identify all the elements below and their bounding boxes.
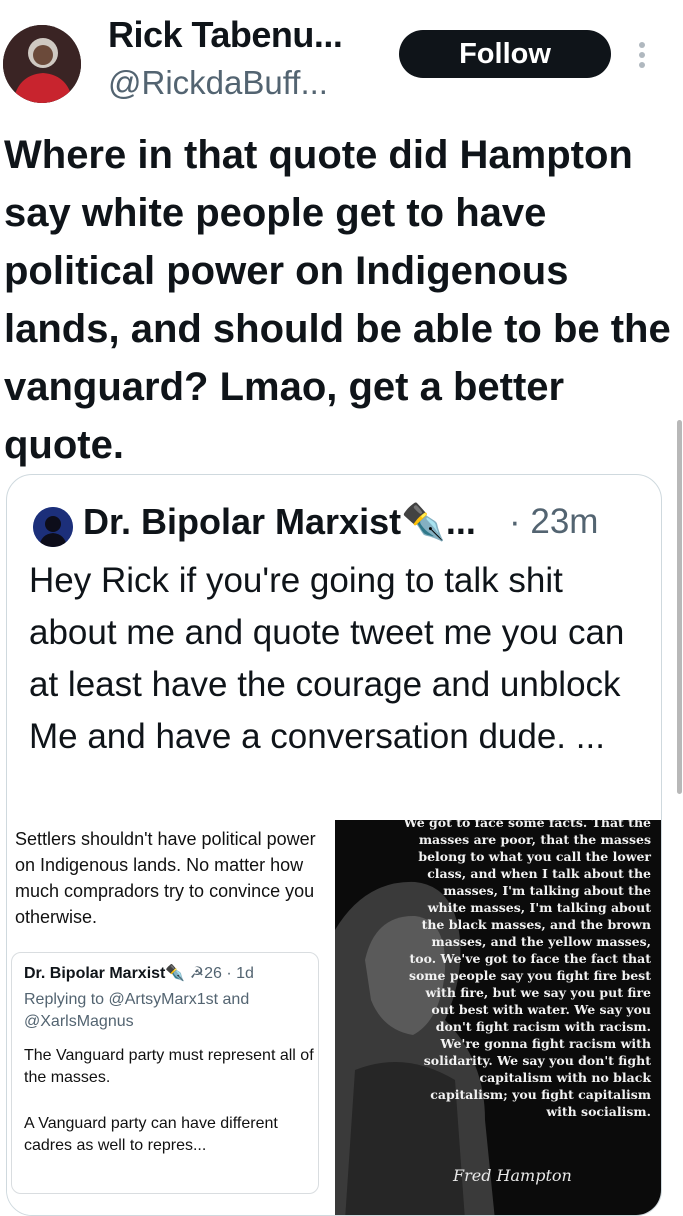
more-vertical-icon[interactable] bbox=[637, 40, 647, 70]
screenshot-reply-body-1: The Vanguard party must represent all of… bbox=[24, 1047, 314, 1086]
author-display-name[interactable]: Rick Tabenu... bbox=[108, 14, 343, 56]
author-handle[interactable]: @RickdaBuff... bbox=[108, 64, 328, 102]
embedded-tweet-screenshot: Settlers shouldn't have political power … bbox=[7, 820, 329, 1215]
quoted-author-avatar bbox=[33, 507, 73, 547]
screenshot-reply-author: Dr. Bipolar Marxist✒️ ☭26 · 1d bbox=[24, 963, 254, 983]
tweet-text: Where in that quote did Hampton say whit… bbox=[4, 133, 671, 467]
quoted-tweet-card[interactable]: Dr. Bipolar Marxist✒️... · 23m Hey Rick … bbox=[6, 474, 662, 1216]
screenshot-reply-author-name: Dr. Bipolar Marxist✒️ bbox=[24, 965, 186, 982]
screenshot-reply-body-2: A Vanguard party can have different cadr… bbox=[24, 1115, 278, 1154]
screenshot-replying-to: Replying to @ArtsyMarx1st and @XarlsMagn… bbox=[24, 991, 250, 1030]
author-avatar[interactable] bbox=[3, 25, 81, 103]
quoted-tweet-time: · 23m bbox=[509, 502, 599, 541]
screenshot-reply-card: Dr. Bipolar Marxist✒️ ☭26 · 1d Replying … bbox=[11, 952, 319, 1194]
hampton-signature: Fred Hampton bbox=[453, 1166, 572, 1185]
quoted-tweet-media[interactable]: Settlers shouldn't have political power … bbox=[7, 820, 661, 1215]
screenshot-tweet-text: Settlers shouldn't have political power … bbox=[15, 829, 316, 927]
screenshot-reply-author-suffix: ☭26 · 1d bbox=[189, 965, 254, 982]
quoted-tweet-text: Hey Rick if you're going to talk shit ab… bbox=[29, 561, 625, 756]
follow-button[interactable]: Follow bbox=[399, 30, 611, 78]
fred-hampton-quote-image: We got to face some facts. That the mass… bbox=[335, 820, 661, 1215]
hampton-quote-text: We got to face some facts. That the mass… bbox=[403, 820, 651, 1119]
quoted-author-name: Dr. Bipolar Marxist✒️... bbox=[83, 501, 476, 542]
scrollbar[interactable] bbox=[677, 420, 682, 794]
